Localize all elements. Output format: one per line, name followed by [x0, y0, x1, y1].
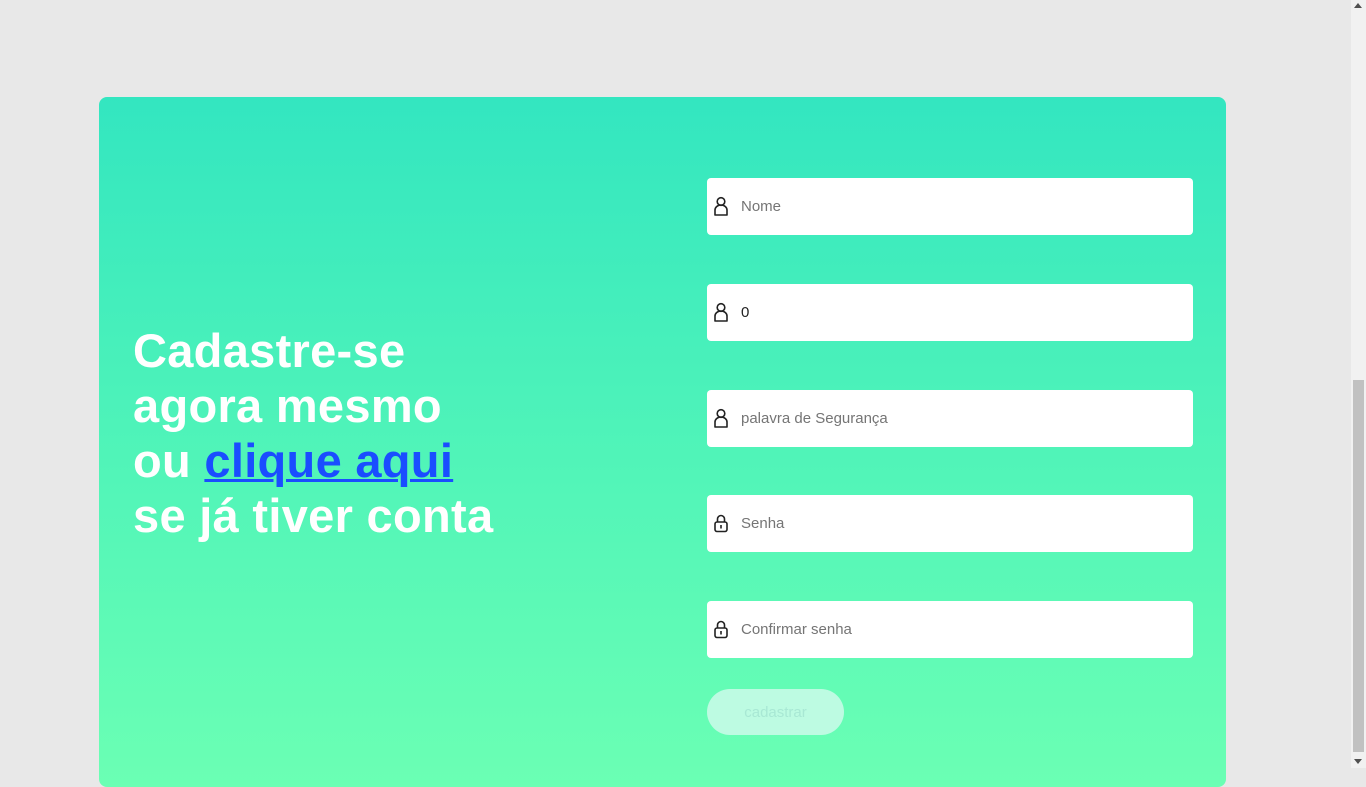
scroll-up-arrow-icon[interactable]	[1354, 3, 1362, 8]
scroll-thumb[interactable]	[1353, 380, 1364, 752]
name-field[interactable]	[707, 178, 1193, 235]
user-icon	[714, 302, 728, 322]
page-title: Cadastre-se agora mesmo ou clique aqui s…	[133, 323, 493, 543]
security-word-input[interactable]	[741, 390, 1181, 447]
user-icon	[714, 408, 728, 428]
second-field[interactable]	[707, 284, 1193, 341]
password-input[interactable]	[741, 495, 1181, 552]
scroll-down-arrow-icon[interactable]	[1354, 759, 1362, 764]
vertical-scrollbar[interactable]	[1351, 0, 1366, 768]
register-card: Cadastre-se agora mesmo ou clique aqui s…	[99, 97, 1226, 787]
name-input[interactable]	[741, 178, 1181, 235]
user-icon	[714, 196, 728, 216]
headline-line-2: agora mesmo	[133, 379, 442, 432]
confirm-password-field[interactable]	[707, 601, 1193, 658]
headline-line-3-prefix: ou	[133, 434, 205, 487]
lock-icon	[714, 620, 728, 639]
headline-line-4: se já tiver conta	[133, 489, 494, 542]
headline-line-1: Cadastre-se	[133, 324, 406, 377]
confirm-password-input[interactable]	[741, 601, 1181, 658]
login-link[interactable]: clique aqui	[204, 434, 453, 487]
page: Cadastre-se agora mesmo ou clique aqui s…	[0, 0, 1351, 787]
password-field[interactable]	[707, 495, 1193, 552]
lock-icon	[714, 514, 728, 533]
security-word-field[interactable]	[707, 390, 1193, 447]
second-input[interactable]	[741, 284, 1181, 341]
register-button[interactable]: cadastrar	[707, 689, 844, 735]
